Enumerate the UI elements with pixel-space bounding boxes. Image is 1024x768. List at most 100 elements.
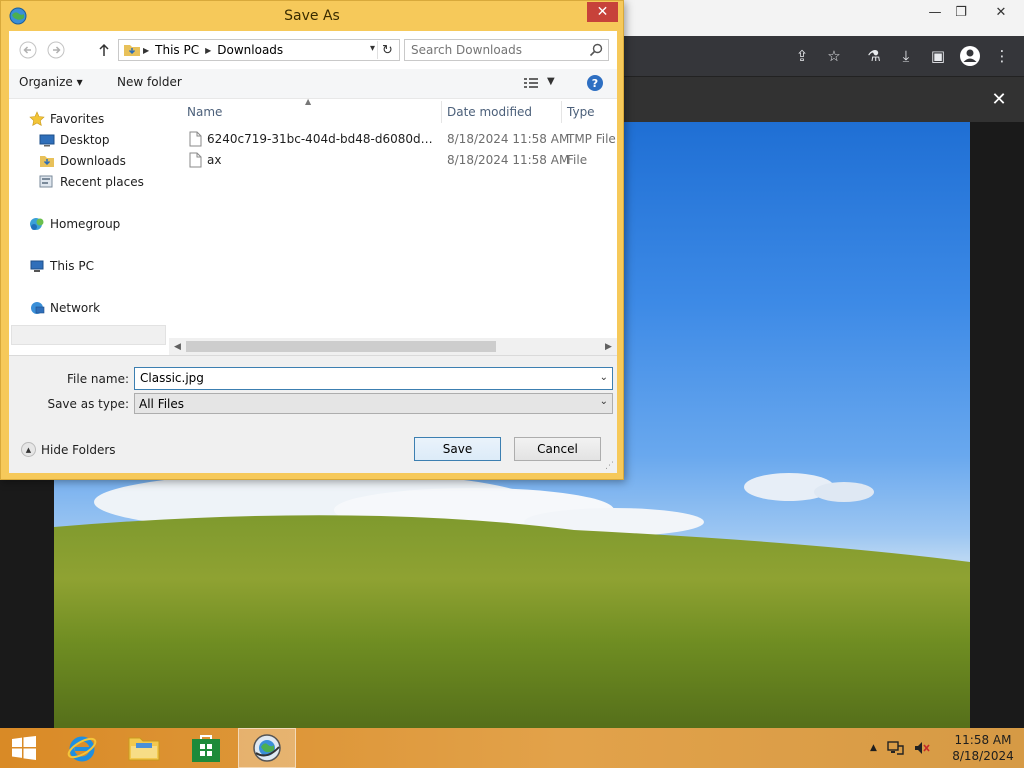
download-icon[interactable]: ⤓ <box>894 44 918 68</box>
nav-item-homegroup[interactable]: Homegroup <box>29 214 120 234</box>
clock[interactable]: 11:58 AM 8/18/2024 <box>948 732 1018 764</box>
scroll-left-icon[interactable]: ◀ <box>169 338 186 355</box>
volume-muted-icon[interactable] <box>913 740 931 756</box>
breadcrumb-separator-icon: ▶ <box>143 45 150 55</box>
restore-icon[interactable]: ❐ <box>944 0 978 24</box>
clock-time: 11:58 AM <box>954 733 1012 747</box>
file-name: ax <box>207 153 222 167</box>
column-header-name[interactable]: Name <box>187 105 222 119</box>
breadcrumb-this-pc[interactable]: This PC <box>151 43 203 57</box>
file-date: 8/18/2024 11:58 AM <box>447 132 570 146</box>
file-name-combo[interactable]: ⌄ <box>134 367 613 390</box>
new-folder-button[interactable]: New folder <box>117 75 182 89</box>
hide-folders-label: Hide Folders <box>41 442 116 457</box>
column-header-type[interactable]: Type <box>567 105 595 119</box>
scroll-right-icon[interactable]: ▶ <box>600 338 617 355</box>
save-button[interactable]: Save <box>414 437 501 461</box>
network-icon <box>31 302 45 314</box>
nav-item-recent-places[interactable]: Recent places <box>39 172 144 192</box>
chevron-down-icon[interactable]: ⌄ <box>600 372 608 383</box>
file-explorer-button[interactable] <box>116 728 172 768</box>
recent-places-icon <box>39 175 53 188</box>
sort-ascending-icon: ▲ <box>305 97 312 106</box>
scrollbar-thumb[interactable] <box>186 341 496 352</box>
file-name: 6240c719-31bc-404d-bd48-d6080db6c80... <box>207 132 433 146</box>
nav-label: Homegroup <box>50 217 121 231</box>
refresh-icon[interactable]: ↻ <box>377 41 397 59</box>
navigation-pane: Favorites Desktop Downloads Recent place… <box>9 99 177 355</box>
breadcrumb-separator-icon: ▶ <box>205 45 212 55</box>
file-type: TMP File <box>567 132 616 146</box>
desktop-icon <box>39 134 55 147</box>
file-row[interactable]: 6240c719-31bc-404d-bd48-d6080db6c80... 8… <box>177 129 617 150</box>
save-form: File name: ⌄ Save as type: All Files ⌄ ▲… <box>9 355 617 473</box>
nav-item-network[interactable]: Network <box>29 298 100 318</box>
chevron-down-icon[interactable]: ▾ <box>370 43 375 54</box>
app-globe-icon <box>253 734 281 762</box>
file-explorer-icon <box>128 737 160 761</box>
nav-item-this-pc[interactable]: This PC <box>29 256 94 276</box>
viewer-close-icon[interactable]: ✕ <box>988 88 1010 110</box>
forward-arrow-icon[interactable] <box>45 39 67 61</box>
column-divider[interactable] <box>441 101 442 123</box>
profile-avatar-icon[interactable] <box>958 44 982 68</box>
search-input[interactable] <box>411 43 581 57</box>
address-bar[interactable]: ▶ This PC ▶ Downloads ▾ ↻ <box>118 39 400 61</box>
nav-item-downloads[interactable]: Downloads <box>39 151 126 171</box>
save-as-dialog: Save As ✕ ▶ This PC ▶ Downloads ▾ ↻ Orga… <box>0 0 624 480</box>
back-arrow-icon[interactable] <box>17 39 39 61</box>
file-row[interactable]: ax 8/18/2024 11:58 AM File <box>177 150 617 171</box>
organize-button[interactable]: Organize ▾ <box>19 75 83 89</box>
store-bag-icon <box>192 735 220 762</box>
selection-highlight <box>11 325 166 345</box>
browser-app-button[interactable] <box>239 728 295 768</box>
browser-close-icon[interactable]: ✕ <box>984 0 1018 24</box>
file-list: ▲ Name Date modified Type 6240c719-31bc-… <box>177 97 617 343</box>
nav-item-desktop[interactable]: Desktop <box>39 130 110 150</box>
help-icon[interactable]: ? <box>587 75 603 91</box>
homegroup-icon <box>30 218 44 230</box>
file-type: File <box>567 153 588 167</box>
nav-label: Favorites <box>50 112 105 126</box>
network-status-icon[interactable] <box>887 740 905 756</box>
view-options-chevron-icon[interactable]: ▼ <box>547 76 555 87</box>
more-menu-icon[interactable]: ⋮ <box>990 44 1014 68</box>
column-divider[interactable] <box>561 101 562 123</box>
search-box[interactable] <box>404 39 609 61</box>
bookmark-star-icon[interactable]: ☆ <box>822 44 846 68</box>
clock-date: 8/18/2024 <box>952 749 1014 763</box>
nav-label: This PC <box>50 259 94 273</box>
windows-logo-icon <box>12 736 36 760</box>
show-hidden-icons-icon[interactable]: ▲ <box>870 743 877 753</box>
downloads-folder-icon <box>40 156 54 167</box>
share-icon[interactable]: ⇪ <box>790 44 814 68</box>
nav-label: Network <box>50 301 101 315</box>
side-panel-icon[interactable]: ▣ <box>926 44 950 68</box>
breadcrumb-downloads[interactable]: Downloads <box>213 43 287 57</box>
nav-label: Recent places <box>60 175 144 189</box>
cancel-button[interactable]: Cancel <box>514 437 601 461</box>
chevron-down-icon[interactable]: ⌄ <box>600 396 608 407</box>
labs-flask-icon[interactable]: ⚗ <box>862 44 886 68</box>
internet-explorer-button[interactable] <box>54 728 110 768</box>
store-button[interactable] <box>178 728 234 768</box>
organize-label: Organize <box>19 75 73 89</box>
dialog-close-button[interactable]: ✕ <box>587 2 618 22</box>
nav-label: Desktop <box>60 133 110 147</box>
save-as-type-label: Save as type: <box>47 397 129 411</box>
view-details-icon[interactable] <box>523 76 539 90</box>
nav-label: Downloads <box>60 154 126 168</box>
file-name-input[interactable] <box>140 371 580 385</box>
column-header-date-modified[interactable]: Date modified <box>447 105 532 119</box>
nav-item-favorites[interactable]: Favorites <box>29 109 104 129</box>
dialog-body: ▶ This PC ▶ Downloads ▾ ↻ Organize ▾ New… <box>9 31 617 473</box>
horizontal-scrollbar[interactable]: ◀ ▶ <box>169 338 617 355</box>
up-arrow-icon[interactable] <box>93 39 115 61</box>
star-icon <box>29 111 45 126</box>
start-button[interactable] <box>0 728 48 768</box>
save-as-type-select[interactable]: All Files ⌄ <box>134 393 613 414</box>
search-icon[interactable] <box>588 42 604 58</box>
resize-grip-icon[interactable]: ⋰ <box>605 461 614 471</box>
chevron-down-icon: ▾ <box>76 75 83 89</box>
hide-folders-toggle[interactable]: ▲ Hide Folders <box>21 442 116 457</box>
